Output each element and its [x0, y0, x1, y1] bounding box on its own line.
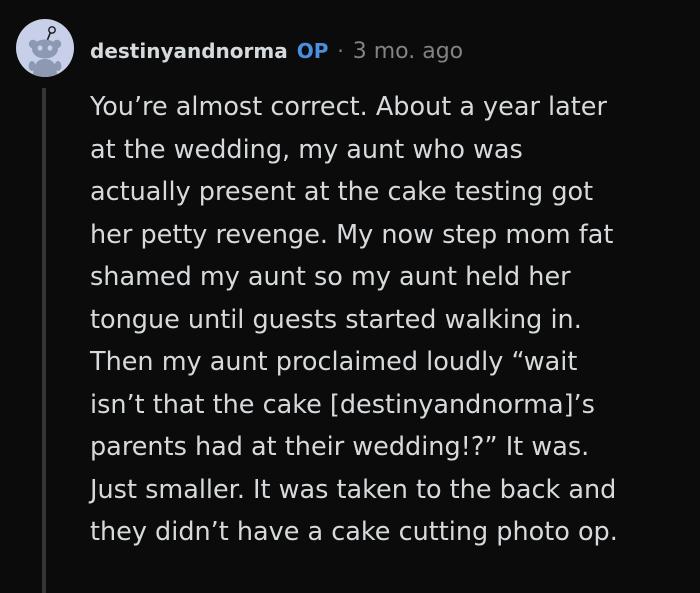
- avatar[interactable]: [16, 19, 74, 77]
- comment-timestamp[interactable]: 3 mo. ago: [353, 39, 463, 64]
- comment-body-line: Then my aunt proclaimed loudly “wait: [90, 347, 578, 377]
- snoo-avatar-icon: [28, 26, 62, 77]
- comment: destinyandnorma OP · 3 mo. ago You’re al…: [0, 0, 700, 593]
- comment-body-line: shamed my aunt so my aunt held her: [90, 262, 571, 292]
- comment-body-line: isn’t that the cake [destinyandnorma]’s: [90, 389, 595, 420]
- comment-body: You’re almost correct. About a year late…: [90, 86, 690, 554]
- comment-body-line: parents had at their wedding!?” It was.: [90, 432, 590, 462]
- comment-body-line: You’re almost correct. About a year late…: [90, 92, 607, 122]
- comment-body-line: at the wedding, my aunt who was: [90, 134, 523, 165]
- op-badge: OP: [296, 39, 329, 63]
- comment-header: destinyandnorma OP · 3 mo. ago: [90, 34, 463, 68]
- thread-collapse-line[interactable]: [42, 88, 46, 593]
- author-username[interactable]: destinyandnorma: [90, 39, 288, 63]
- comment-body-line: Just smaller. It was taken to the back a…: [90, 474, 617, 505]
- meta-separator: ·: [337, 39, 344, 63]
- comment-body-line: they didn’t have a cake cutting photo op…: [90, 517, 618, 547]
- comment-body-line: actually present at the cake testing got: [90, 177, 594, 207]
- comment-body-line: tongue until guests started walking in.: [90, 304, 582, 335]
- comment-body-line: her petty revenge. My now step mom fat: [90, 219, 614, 250]
